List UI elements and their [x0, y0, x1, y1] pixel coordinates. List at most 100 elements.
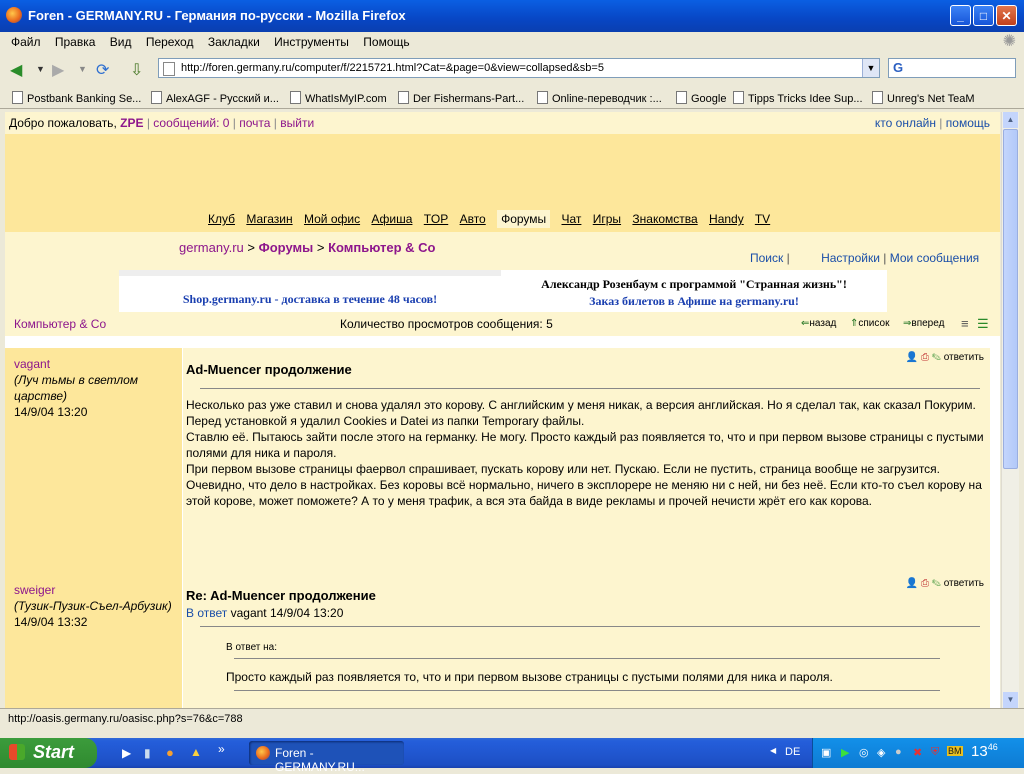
post-author[interactable]: vagant	[14, 356, 182, 372]
bookmark-item[interactable]: Postbank Banking Se...	[12, 91, 141, 105]
taskbar-firefox-task[interactable]: Foren - GERMANY.RU...	[249, 741, 404, 774]
nav-games[interactable]: Игры	[593, 212, 621, 226]
nav-club[interactable]: Клуб	[208, 212, 235, 226]
play-tray-icon[interactable]: ▶	[841, 746, 849, 759]
breadcrumb-section[interactable]: Компьютер & Co	[328, 240, 435, 255]
forward-arrow-icon[interactable]: ▶	[52, 60, 64, 80]
reply-icon[interactable]: ✎	[932, 352, 941, 363]
bookmark-item[interactable]: Online-переводчик :...	[537, 91, 662, 105]
profile-icon[interactable]: 👤	[906, 352, 918, 363]
post-date: 14/9/04 13:32	[14, 615, 88, 629]
network-icon[interactable]: ▣	[821, 746, 831, 759]
mail-link[interactable]: почта	[239, 116, 270, 130]
search-engine-icon[interactable]: G	[893, 60, 903, 75]
clock[interactable]: 1346	[971, 742, 998, 760]
bookmark-item[interactable]: Google	[676, 91, 726, 105]
in-reply-to-link[interactable]: В ответ	[186, 606, 227, 620]
antivirus-icon[interactable]: ✖	[913, 746, 922, 759]
vlc-icon[interactable]: ▲	[190, 745, 202, 759]
help-link[interactable]: помощь	[946, 116, 990, 130]
search-link[interactable]: Поиск	[750, 251, 783, 265]
maximize-button[interactable]: □	[973, 5, 994, 26]
reply-link[interactable]: ответить	[944, 352, 984, 363]
menu-edit[interactable]: Правка	[55, 35, 96, 49]
media-player-icon[interactable]: ▶	[122, 746, 131, 760]
bookmark-item[interactable]: Unreg's Net TeaM	[872, 91, 975, 105]
post-author[interactable]: sweiger	[14, 582, 182, 598]
ad-strip: Shop.germany.ru - доставка в течение 48 …	[5, 270, 1000, 312]
close-button[interactable]: ✕	[996, 5, 1017, 26]
list-nav-link[interactable]: ⇑список	[850, 318, 889, 329]
menu-help[interactable]: Помощь	[363, 35, 409, 49]
menu-go[interactable]: Переход	[146, 35, 194, 49]
address-bar[interactable]: http://foren.germany.ru/computer/f/22157…	[158, 58, 880, 78]
start-button[interactable]: Start	[0, 738, 97, 768]
language-indicator[interactable]: DE	[785, 746, 800, 758]
breadcrumb-band: germany.ru > Форумы > Компьютер & Co Пои…	[5, 232, 1000, 270]
print-icon[interactable]: ⎙	[921, 352, 929, 363]
tray-icon[interactable]: ●	[895, 746, 902, 758]
forward-dropdown-icon[interactable]: ▼	[78, 64, 87, 74]
reply-link[interactable]: ответить	[944, 578, 984, 589]
post-body-panel: Re: Ad-Muencer продолжение 👤 ⎙ ✎ ответит…	[183, 574, 990, 708]
bookmark-item[interactable]: WhatIsMyIP.com	[290, 91, 387, 105]
back-dropdown-icon[interactable]: ▼	[36, 64, 45, 74]
my-messages-link[interactable]: Мои сообщения	[890, 251, 979, 265]
back-arrow-icon[interactable]: ◀	[10, 60, 22, 80]
minimize-button[interactable]: _	[950, 5, 971, 26]
section-link[interactable]: Компьютер & Co	[14, 317, 106, 331]
address-dropdown-icon[interactable]: ▼	[862, 59, 879, 77]
threaded-view-icon[interactable]: ☰	[977, 316, 989, 332]
quicklaunch-more-icon[interactable]: »	[218, 742, 225, 756]
who-online-link[interactable]: кто онлайн	[875, 116, 936, 130]
firefox-quicklaunch-icon[interactable]: ●	[166, 745, 174, 760]
logout-link[interactable]: выйти	[280, 116, 314, 130]
download-icon[interactable]: ⇩	[130, 60, 143, 80]
tray-icon[interactable]: ◈	[877, 746, 885, 759]
scroll-thumb[interactable]	[1003, 129, 1018, 469]
ad-right[interactable]: Александр Розенбаум с программой "Странн…	[503, 270, 885, 312]
menu-view[interactable]: Вид	[110, 35, 132, 49]
tray-expand-icon[interactable]: ◀	[770, 746, 776, 755]
nav-auto[interactable]: Авто	[460, 212, 486, 226]
scroll-up-icon[interactable]: ▲	[1003, 112, 1018, 128]
bookmark-item[interactable]: AlexAGF - Русский и...	[151, 91, 279, 105]
breadcrumb: germany.ru > Форумы > Компьютер & Co	[179, 240, 436, 255]
print-icon[interactable]: ⎙	[921, 578, 929, 589]
shield-icon[interactable]: ⛨	[931, 746, 939, 759]
breadcrumb-forums[interactable]: Форумы	[259, 240, 314, 255]
reply-icon[interactable]: ✎	[932, 578, 941, 589]
nav-my-office[interactable]: Мой офис	[304, 212, 360, 226]
menu-file[interactable]: Файл	[11, 35, 41, 49]
nav-shop[interactable]: Магазин	[246, 212, 292, 226]
nav-afisha[interactable]: Афиша	[371, 212, 412, 226]
username[interactable]: ZPE	[120, 116, 143, 130]
reload-icon[interactable]: ⟳	[96, 60, 109, 80]
vertical-scrollbar[interactable]: ▲ ▼	[1001, 112, 1019, 708]
menu-tools[interactable]: Инструменты	[274, 35, 349, 49]
nav-top[interactable]: TOP	[424, 212, 448, 226]
ad-left[interactable]: Shop.germany.ru - доставка в течение 48 …	[119, 270, 501, 312]
messages-link[interactable]: сообщений: 0	[153, 116, 229, 130]
nav-handy[interactable]: Handy	[709, 212, 744, 226]
forward-nav-link[interactable]: ⇒вперед	[903, 318, 944, 329]
search-box[interactable]: G	[888, 58, 1016, 78]
menu-bookmarks[interactable]: Закладки	[208, 35, 260, 49]
settings-link[interactable]: Настройки	[821, 251, 880, 265]
breadcrumb-home[interactable]: germany.ru	[179, 240, 244, 255]
bookmark-item[interactable]: Der Fishermans-Part...	[398, 91, 524, 105]
scroll-down-icon[interactable]: ▼	[1003, 692, 1018, 708]
bookmark-item[interactable]: Tipps Tricks Idee Sup...	[733, 91, 863, 105]
profile-icon[interactable]: 👤	[906, 578, 918, 589]
nav-forums[interactable]: Форумы	[497, 210, 551, 228]
flat-view-icon[interactable]: ≡	[961, 316, 969, 331]
nav-dating[interactable]: Знакомства	[632, 212, 697, 226]
tray-icon[interactable]: ◎	[859, 746, 869, 759]
bm-tray-icon[interactable]: BM	[947, 746, 963, 756]
quote-label: В ответ на:	[226, 642, 278, 653]
nav-tv[interactable]: TV	[755, 212, 770, 226]
nav-chat[interactable]: Чат	[562, 212, 582, 226]
back-nav-link[interactable]: ⇐назад	[801, 318, 836, 329]
quicklaunch-icon[interactable]: ▮	[144, 746, 151, 760]
page-icon	[872, 91, 883, 104]
